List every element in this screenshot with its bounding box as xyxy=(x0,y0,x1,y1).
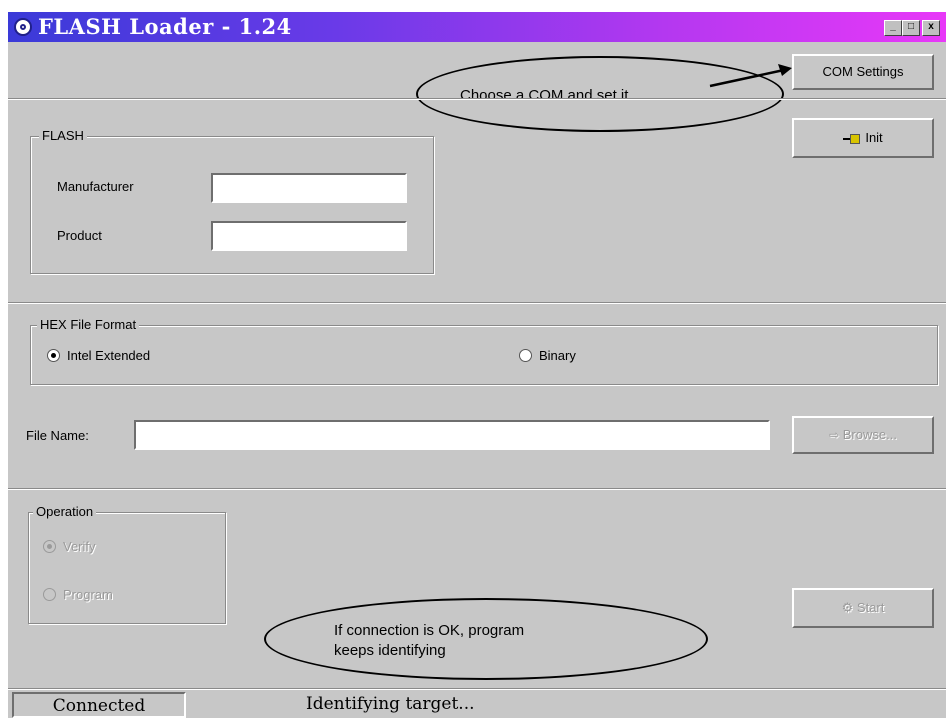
window-title: FLASH Loader - 1.24 xyxy=(38,14,292,39)
com-note: Choose a COM and set it xyxy=(460,87,629,104)
operation-group: Operation Verify Program xyxy=(28,504,226,624)
radio-button-icon xyxy=(43,588,56,601)
separator xyxy=(8,98,946,100)
radio-button-icon xyxy=(519,349,532,362)
hex-format-legend: HEX File Format xyxy=(37,317,140,332)
flash-legend: FLASH xyxy=(39,128,87,143)
file-name-input[interactable] xyxy=(134,420,770,450)
radio-label: Intel Extended xyxy=(67,348,151,363)
init-button[interactable]: Init xyxy=(792,118,934,158)
status-message: Identifying target... xyxy=(306,694,475,714)
radio-label: Verify xyxy=(63,539,96,554)
start-label: Start xyxy=(856,600,885,615)
browse-label: Browse... xyxy=(842,427,897,442)
close-button[interactable]: x xyxy=(922,20,940,36)
status-connection: Connected xyxy=(12,692,186,718)
separator xyxy=(8,302,946,304)
separator xyxy=(8,688,946,690)
separator xyxy=(8,488,946,490)
flash-group: FLASH Manufacturer Product xyxy=(30,128,434,274)
com-settings-button[interactable]: COM Settings xyxy=(792,54,934,90)
connection-note-line1: If connection is OK, program xyxy=(334,622,525,639)
browse-button[interactable]: ⇨ Browse... xyxy=(792,416,934,454)
connection-note-line2: keeps identifying xyxy=(334,642,446,659)
file-name-label: File Name: xyxy=(26,428,89,443)
radio-label: Program xyxy=(63,587,113,602)
hex-format-group: HEX File Format Intel Extended Binary xyxy=(30,317,938,385)
annotation-arrow-icon xyxy=(709,64,792,88)
flash-loader-window: FLASH Loader - 1.24 _ □ x COM Settings C… xyxy=(8,12,946,718)
maximize-button[interactable]: □ xyxy=(902,20,920,36)
radio-button-icon xyxy=(47,349,60,362)
manufacturer-field[interactable] xyxy=(211,173,407,203)
product-label: Product xyxy=(57,228,102,243)
folder-arrow-icon: ⇨ xyxy=(829,428,840,442)
annotation-ellipse xyxy=(264,598,708,680)
operation-legend: Operation xyxy=(33,504,97,519)
plug-icon xyxy=(843,133,863,144)
start-gear-icon: ⚙ xyxy=(841,600,854,615)
minimize-button[interactable]: _ xyxy=(884,20,902,36)
manufacturer-label: Manufacturer xyxy=(57,179,134,194)
app-icon xyxy=(14,18,32,36)
title-bar[interactable]: FLASH Loader - 1.24 _ □ x xyxy=(8,12,946,42)
com-settings-label: COM Settings xyxy=(822,64,904,79)
product-field[interactable] xyxy=(211,221,407,251)
radio-label: Binary xyxy=(539,348,576,363)
init-label: Init xyxy=(865,130,883,145)
start-button[interactable]: ⚙ Start xyxy=(792,588,934,628)
radio-button-icon xyxy=(43,540,56,553)
